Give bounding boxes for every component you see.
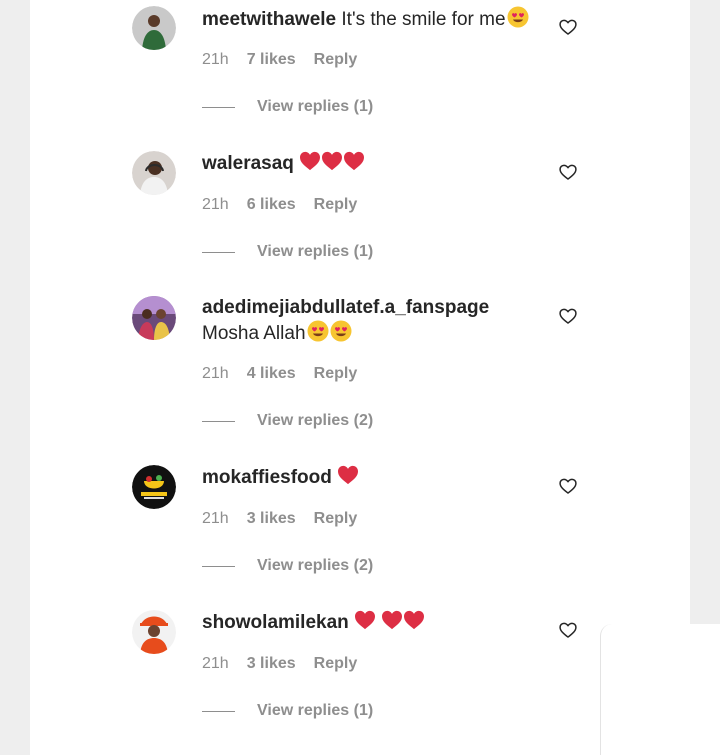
comment-time: 21h	[202, 655, 229, 672]
comment-item: walerasaq 21h 6 likes Reply View replies (…	[30, 145, 690, 285]
comment-item: adedimejiabdullatef.a_fanspage Mosha All…	[30, 290, 690, 430]
replies-divider	[202, 251, 235, 253]
comment-item: meetwithawele It's the smile for me 21h 7…	[30, 0, 690, 140]
avatar[interactable]	[132, 151, 176, 195]
like-heart-icon[interactable]	[558, 476, 578, 496]
comment-body: Mosha Allah	[202, 323, 306, 344]
comment-text: walerasaq	[202, 151, 562, 176]
view-replies-label: View replies (2)	[257, 412, 374, 429]
replies-divider	[202, 565, 235, 567]
reply-button[interactable]: Reply	[314, 365, 358, 382]
avatar[interactable]	[132, 610, 176, 654]
likes-count[interactable]: 3 likes	[247, 510, 296, 527]
view-replies-label: View replies (1)	[257, 98, 374, 115]
reply-button[interactable]: Reply	[314, 51, 358, 68]
heart-eyes-emoji	[507, 6, 529, 28]
comment-item: showolamilekan 21h 3 likes Reply View repl…	[30, 604, 690, 744]
likes-count[interactable]: 7 likes	[247, 51, 296, 68]
red-heart-emoji	[344, 151, 365, 171]
reply-button[interactable]: Reply	[314, 510, 358, 527]
comment-meta: 21h 3 likes Reply	[202, 654, 357, 674]
comment-username[interactable]: adedimejiabdullatef.a_fanspage	[202, 297, 489, 318]
likes-count[interactable]: 6 likes	[247, 196, 296, 213]
view-replies-button[interactable]: View replies (1)	[202, 97, 373, 117]
view-replies-button[interactable]: View replies (2)	[202, 411, 373, 431]
replies-divider	[202, 710, 235, 712]
red-heart-emoji	[338, 465, 359, 485]
like-heart-icon[interactable]	[558, 17, 578, 37]
avatar[interactable]	[132, 465, 176, 509]
view-replies-button[interactable]: View replies (1)	[202, 242, 373, 262]
bottom-sheet-edge	[600, 624, 720, 755]
comment-username[interactable]: walerasaq	[202, 153, 294, 174]
like-heart-icon[interactable]	[558, 162, 578, 182]
comment-text: meetwithawele It's the smile for me	[202, 6, 562, 32]
likes-count[interactable]: 3 likes	[247, 655, 296, 672]
likes-count[interactable]: 4 likes	[247, 365, 296, 382]
like-heart-icon[interactable]	[558, 620, 578, 640]
comment-username[interactable]: mokaffiesfood	[202, 467, 332, 488]
comment-text: mokaffiesfood	[202, 465, 562, 490]
heart-eyes-emoji	[307, 320, 329, 342]
comment-username[interactable]: meetwithawele	[202, 9, 336, 30]
comment-meta: 21h 7 likes Reply	[202, 50, 357, 70]
avatar[interactable]	[132, 6, 176, 50]
comment-meta: 21h 4 likes Reply	[202, 364, 357, 384]
replies-divider	[202, 420, 235, 422]
comment-text: adedimejiabdullatef.a_fanspage Mosha All…	[202, 296, 532, 346]
comment-meta: 21h 6 likes Reply	[202, 195, 357, 215]
red-heart-emoji	[300, 151, 321, 171]
red-heart-emoji	[322, 151, 343, 171]
like-heart-icon[interactable]	[558, 306, 578, 326]
comment-meta: 21h 3 likes Reply	[202, 509, 357, 529]
replies-divider	[202, 106, 235, 108]
reply-button[interactable]: Reply	[314, 196, 358, 213]
view-replies-label: View replies (2)	[257, 557, 374, 574]
comments-panel: meetwithawele It's the smile for me 21h 7…	[30, 0, 690, 755]
red-heart-emoji	[355, 610, 376, 630]
view-replies-button[interactable]: View replies (2)	[202, 556, 373, 576]
avatar[interactable]	[132, 296, 176, 340]
view-replies-button[interactable]: View replies (1)	[202, 701, 373, 721]
comment-item: mokaffiesfood 21h 3 likes Reply View repli…	[30, 459, 690, 599]
red-heart-emoji	[382, 610, 403, 630]
comment-username[interactable]: showolamilekan	[202, 612, 349, 633]
comment-text: showolamilekan	[202, 610, 562, 635]
view-replies-label: View replies (1)	[257, 243, 374, 260]
comment-time: 21h	[202, 510, 229, 527]
view-replies-label: View replies (1)	[257, 702, 374, 719]
heart-eyes-emoji	[330, 320, 352, 342]
comment-time: 21h	[202, 365, 229, 382]
comment-body: It's the smile for me	[341, 9, 506, 30]
red-heart-emoji	[404, 610, 425, 630]
reply-button[interactable]: Reply	[314, 655, 358, 672]
comment-time: 21h	[202, 51, 229, 68]
comment-time: 21h	[202, 196, 229, 213]
